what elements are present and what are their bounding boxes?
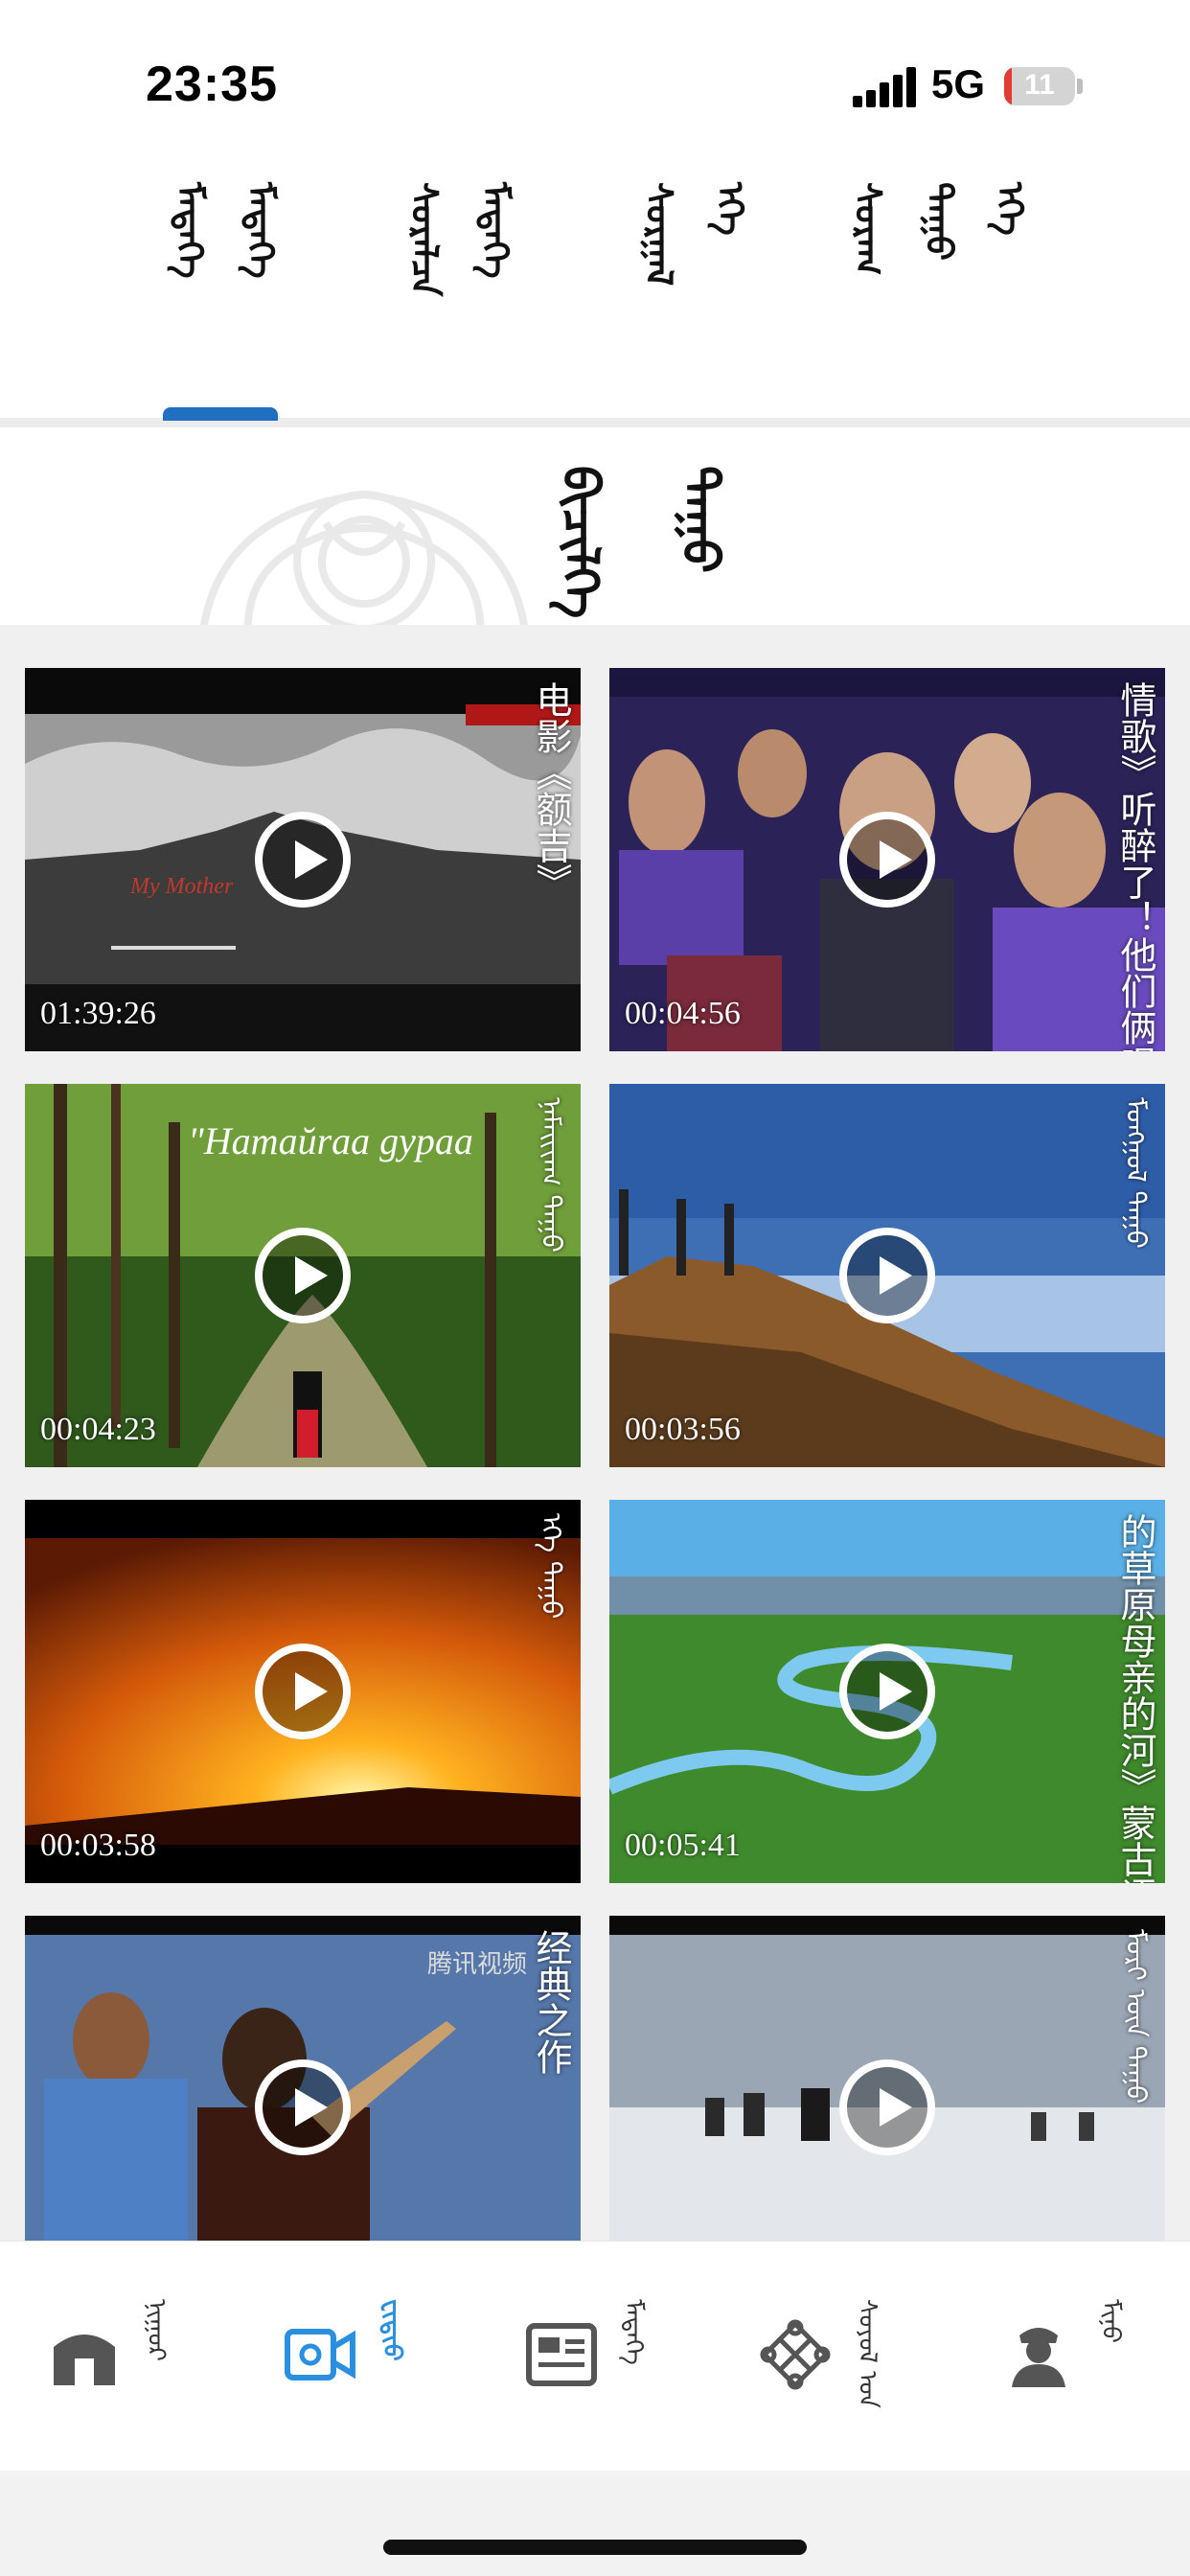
play-icon[interactable] — [255, 2059, 351, 2155]
tab-label: ᠮᠡᠳᠡᠭᠡ — [169, 182, 212, 279]
play-icon[interactable] — [839, 812, 935, 908]
nav-item-profile[interactable]: ᠮᠢᠨᠦ — [1002, 2299, 1133, 2433]
video-caption: ᠡᠬᠡ ᠳᠠᠭᠤ — [536, 1513, 567, 1620]
watermark-text: 腾讯视频 — [427, 1950, 528, 1979]
tab-label: ᠰᠤᠷᠠᠯᠴᠠ — [403, 182, 446, 297]
play-icon[interactable] — [255, 1644, 351, 1739]
tab-1[interactable]: ᠰᠤᠷᠠᠯᠴᠠ ᠮᠡᠳᠡᠭᠡ — [374, 182, 546, 374]
nav-label: ᠮᠡᠳᠡᠭᠡ — [619, 2299, 648, 2365]
video-grid: 电影《额吉》 My Mother 01:39:26 情歌》听醉了！他们俩唱的《蒙… — [0, 625, 1190, 2241]
tab-label: ᠮᠡᠳᠡᠭᠡ — [240, 182, 283, 279]
video-card[interactable]: ᠮᠣᠩᠭᠣᠯ ᠳᠠᠭᠤ 00:03:56 — [609, 1084, 1165, 1467]
active-tab-indicator — [163, 407, 278, 421]
tab-label: ᠮᠡᠳᠡᠭᠡ — [474, 182, 517, 279]
category-tabs: ᠮᠡᠳᠡᠭᠡ ᠮᠡᠳᠡᠭᠡ ᠰᠤᠷᠠᠯᠴᠠ ᠮᠡᠳᠡᠭᠡ ᠰᠤᠷᠭᠠᠯ ᠡᠬᠡ … — [0, 172, 1190, 422]
battery-nub — [1077, 79, 1083, 94]
nav-label: ᠨᠢᠭᠤᠷ — [142, 2299, 171, 2361]
video-duration: 00:05:41 — [625, 1828, 741, 1863]
video-duration: 00:04:23 — [40, 1412, 156, 1447]
home-indicator[interactable] — [383, 2540, 807, 2555]
video-caption: ᠮᠣᠷᠢ ᠦᠨ ᠳᠠᠭᠤ — [1120, 1929, 1152, 2104]
nav-label: ᠸᠢᠳᠢᠣ — [378, 2299, 406, 2361]
nav-item-video[interactable]: ᠸᠢᠳᠢᠣ — [284, 2299, 414, 2433]
tab-3[interactable]: ᠰᠤᠷᠠᠭ ᠳᠠᠭᠤ ᠡᠬᠡ — [847, 182, 1032, 374]
endless-knot-icon — [760, 2319, 831, 2390]
video-duration: 00:04:56 — [625, 996, 741, 1031]
thumbnail-overlay-text: My Mother — [130, 874, 234, 899]
tab-2[interactable]: ᠰᠤᠷᠭᠠᠯ ᠡᠬᠡ — [638, 182, 752, 374]
video-caption: 经典之作 — [530, 1929, 572, 2075]
bottom-navigation: ᠨᠢᠭᠤᠷ ᠸᠢᠳᠢᠣ ᠮᠡᠳᠡᠭᠡ ᠰᠣᠶᠣᠯ ᠤᠨ ᠮᠢᠨᠦ — [0, 2241, 1190, 2472]
signal-strength-icon — [853, 67, 920, 107]
video-caption: 电影《额吉》 — [530, 681, 572, 900]
tab-label: ᠡᠬᠡ — [989, 182, 1032, 236]
play-icon[interactable] — [839, 2059, 935, 2155]
nav-label: ᠮᠢᠨᠦ — [1096, 2299, 1125, 2344]
play-icon[interactable] — [839, 1228, 935, 1323]
tab-0[interactable]: ᠮᠡᠳᠡᠭᠡ ᠮᠡᠳᠡᠭᠡ — [153, 182, 297, 374]
section-title-word: ᠪᠢᠴᠢᠯᠭᠡ — [551, 466, 609, 619]
video-caption: ᠨᠠᠮᠠᠢᠢᠠᠭ ᠳᠠᠭᠤ — [536, 1097, 567, 1253]
nav-label: ᠰᠣᠶᠣᠯ ᠤᠨ — [853, 2299, 881, 2408]
video-duration: 01:39:26 — [40, 996, 156, 1031]
play-icon[interactable] — [255, 1228, 351, 1323]
play-icon[interactable] — [839, 1644, 935, 1739]
section-header: ᠪᠢᠴᠢᠯᠭᠡ ᠳᠠᠭᠤ — [0, 427, 1190, 625]
yurt-home-icon — [54, 2334, 115, 2385]
section-title-word: ᠳᠠᠭᠤ — [671, 466, 729, 574]
video-card[interactable]: 电影《额吉》 My Mother 01:39:26 — [25, 668, 581, 1051]
play-icon[interactable] — [255, 812, 351, 908]
status-bar: 23:35 5G 11 — [0, 0, 1190, 172]
video-card[interactable]: ᠮᠣᠷᠢ ᠦᠨ ᠳᠠᠭᠤ — [609, 1916, 1165, 2241]
video-duration: 00:03:56 — [625, 1412, 741, 1447]
video-caption: ᠮᠣᠩᠭᠣᠯ ᠳᠠᠭᠤ — [1120, 1097, 1152, 1249]
tab-label: ᠰᠤᠷᠭᠠᠯ — [638, 182, 681, 287]
tab-label: ᠡᠬᠡ — [709, 182, 752, 236]
video-caption: 的草原母亲的河》蒙古语版的《父亲 — [1114, 1513, 1156, 1883]
nav-item-home[interactable]: ᠨᠢᠭᠤᠷ — [48, 2299, 178, 2433]
video-card[interactable]: 情歌》听醉了！他们俩唱的《蒙古 00:04:56 — [609, 668, 1165, 1051]
video-duration: 00:03:58 — [40, 1828, 156, 1863]
battery-icon: 11 — [1004, 67, 1075, 105]
battery-level: 11 — [1024, 69, 1055, 101]
network-type: 5G — [931, 61, 986, 106]
video-card[interactable]: 的草原母亲的河》蒙古语版的《父亲 00:05:41 — [609, 1500, 1165, 1883]
video-camera-icon — [285, 2329, 355, 2380]
status-time: 23:35 — [146, 57, 278, 112]
video-card[interactable]: 腾讯视频 经典之作 — [25, 1916, 581, 2241]
tab-label: ᠰᠤᠷᠠᠭ — [847, 182, 890, 276]
section-title: ᠪᠢᠴᠢᠯᠭᠡ ᠳᠠᠭᠤ — [537, 466, 744, 619]
video-caption: 情歌》听醉了！他们俩唱的《蒙古 — [1114, 681, 1156, 1051]
nav-item-culture[interactable]: ᠰᠣᠶᠣᠯ ᠤᠨ — [759, 2299, 889, 2433]
user-profile-icon — [1012, 2328, 1065, 2387]
nav-item-news[interactable]: ᠮᠡᠳᠡᠭᠡ — [525, 2299, 655, 2433]
video-card[interactable]: ᠡᠬᠡ ᠳᠠᠭᠤ 00:03:58 — [25, 1500, 581, 1883]
decorative-knot-pattern — [200, 490, 528, 625]
thumbnail-overlay-text: "Hamaŭraa gypaa — [188, 1119, 473, 1162]
home-bar-area — [0, 2471, 1190, 2576]
tab-label: ᠳᠠᠭᠤ — [918, 182, 961, 261]
news-card-icon — [526, 2323, 597, 2386]
video-card[interactable]: "Hamaŭraa gypaa ᠨᠠᠮᠠᠢᠢᠠᠭ ᠳᠠᠭᠤ 00:04:23 — [25, 1084, 581, 1467]
